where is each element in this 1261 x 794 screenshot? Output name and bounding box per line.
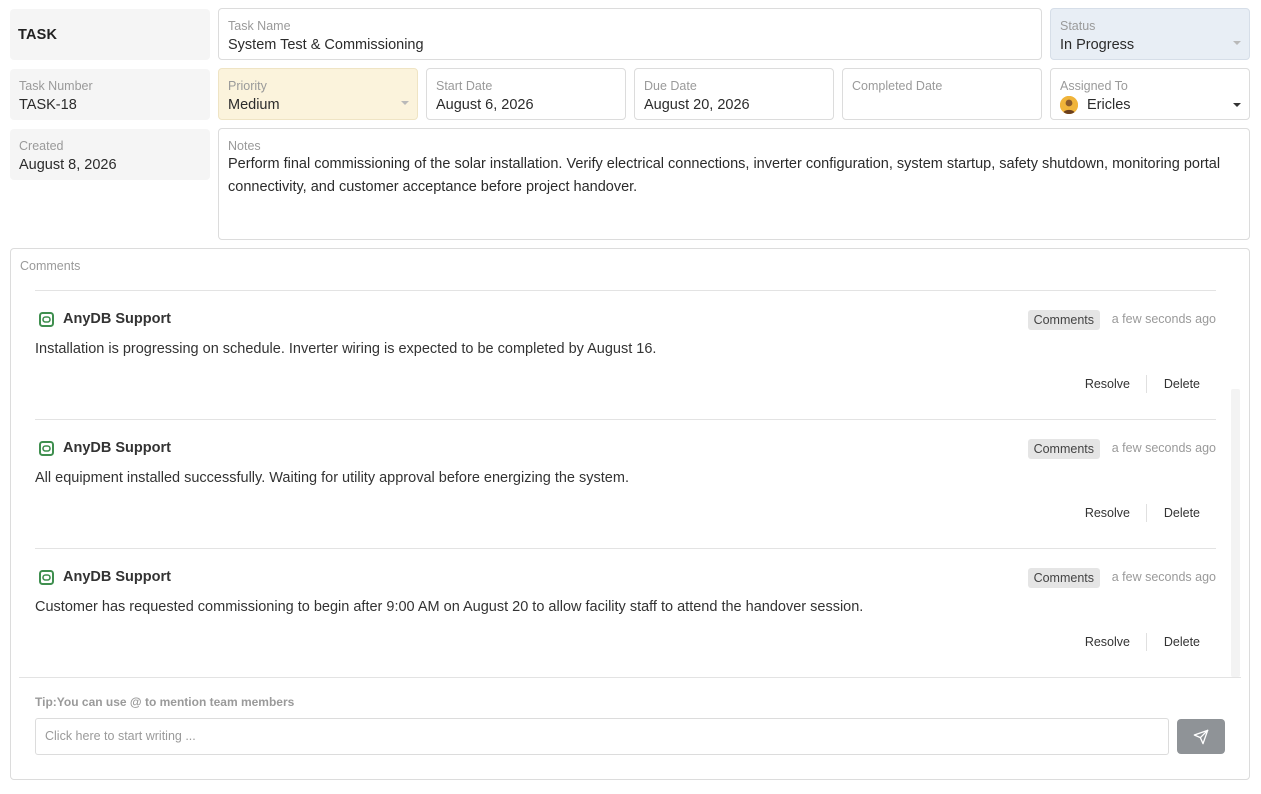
- start-date-field[interactable]: Start Date August 6, 2026: [426, 68, 626, 120]
- comment-timestamp: a few seconds ago: [1111, 312, 1216, 326]
- anydb-logo-icon: [39, 570, 54, 585]
- comment-text: All equipment installed successfully. Wa…: [35, 470, 629, 486]
- anydb-logo-icon: [39, 312, 54, 327]
- comment-tag-badge: Comments: [1027, 568, 1100, 588]
- send-icon: [1193, 729, 1209, 745]
- created-value: August 8, 2026: [19, 157, 117, 173]
- task-number-value: TASK-18: [19, 97, 77, 113]
- task-name-field[interactable]: Task Name System Test & Commissioning: [218, 8, 1042, 60]
- tip-text: You can use @ to mention team members: [56, 695, 295, 709]
- assigned-to-label: Assigned To: [1060, 79, 1128, 93]
- send-button[interactable]: [1177, 719, 1225, 754]
- anydb-logo-icon: [39, 441, 54, 456]
- comment-author: AnyDB Support: [63, 569, 171, 585]
- resolve-button[interactable]: Resolve: [1085, 377, 1130, 391]
- priority-value: Medium: [228, 97, 280, 113]
- assigned-to-select[interactable]: Assigned To Ericles: [1050, 68, 1250, 120]
- resolve-button[interactable]: Resolve: [1085, 506, 1130, 520]
- status-value: In Progress: [1060, 37, 1135, 53]
- comments-title: Comments: [20, 259, 81, 273]
- action-divider: [1146, 633, 1147, 651]
- caret-down-icon: [1233, 41, 1241, 45]
- comment-timestamp: a few seconds ago: [1111, 441, 1216, 455]
- start-date-label: Start Date: [436, 79, 493, 93]
- comment-tag-badge: Comments: [1027, 439, 1100, 459]
- status-label: Status: [1060, 19, 1096, 33]
- action-divider: [1146, 504, 1147, 522]
- comment-author: AnyDB Support: [63, 311, 171, 327]
- created-label: Created: [19, 139, 64, 153]
- comment-timestamp: a few seconds ago: [1111, 570, 1216, 584]
- created-field: Created August 8, 2026: [10, 129, 210, 180]
- comment-text: Installation is progressing on schedule.…: [35, 341, 657, 357]
- start-date-value[interactable]: August 6, 2026: [436, 97, 534, 113]
- divider: [19, 677, 1241, 678]
- task-number-label: Task Number: [19, 79, 93, 93]
- caret-down-icon: [1233, 103, 1241, 107]
- completed-date-field[interactable]: Completed Date: [842, 68, 1042, 120]
- resolve-button[interactable]: Resolve: [1085, 635, 1130, 649]
- notes-label: Notes: [228, 139, 261, 153]
- mention-tip: Tip:You can use @ to mention team member…: [35, 695, 294, 709]
- due-date-field[interactable]: Due Date August 20, 2026: [634, 68, 834, 120]
- comment-item: AnyDB Support Comments a few seconds ago…: [35, 419, 1216, 548]
- due-date-value[interactable]: August 20, 2026: [644, 97, 750, 113]
- comment-tag-badge: Comments: [1027, 310, 1100, 330]
- comment-author: AnyDB Support: [63, 440, 171, 456]
- comment-item: AnyDB Support Comments a few seconds ago…: [35, 290, 1216, 419]
- task-number-field: Task Number TASK-18: [10, 69, 210, 120]
- caret-down-icon: [401, 101, 409, 105]
- priority-label: Priority: [228, 79, 267, 93]
- tip-prefix: Tip:: [35, 695, 57, 709]
- notes-value[interactable]: Perform final commissioning of the solar…: [228, 153, 1239, 199]
- comment-item: AnyDB Support Comments a few seconds ago…: [35, 548, 1216, 677]
- delete-button[interactable]: Delete: [1164, 377, 1200, 391]
- avatar: [1060, 96, 1078, 114]
- comment-input[interactable]: [35, 718, 1169, 755]
- comments-panel: Comments AnyDB Support Comments a few se…: [10, 248, 1250, 780]
- task-name-label: Task Name: [228, 19, 291, 33]
- task-name-value[interactable]: System Test & Commissioning: [228, 37, 424, 53]
- notes-field[interactable]: Notes Perform final commissioning of the…: [218, 128, 1250, 240]
- comments-scrollbar[interactable]: [1231, 389, 1240, 677]
- completed-date-label: Completed Date: [852, 79, 943, 93]
- status-select[interactable]: Status In Progress: [1050, 8, 1250, 60]
- task-heading: TASK: [18, 27, 58, 43]
- assigned-to-value: Ericles: [1087, 97, 1131, 113]
- delete-button[interactable]: Delete: [1164, 506, 1200, 520]
- delete-button[interactable]: Delete: [1164, 635, 1200, 649]
- action-divider: [1146, 375, 1147, 393]
- due-date-label: Due Date: [644, 79, 697, 93]
- task-heading-cell: TASK: [10, 9, 210, 60]
- priority-select[interactable]: Priority Medium: [218, 68, 418, 120]
- comment-text: Customer has requested commissioning to …: [35, 599, 864, 615]
